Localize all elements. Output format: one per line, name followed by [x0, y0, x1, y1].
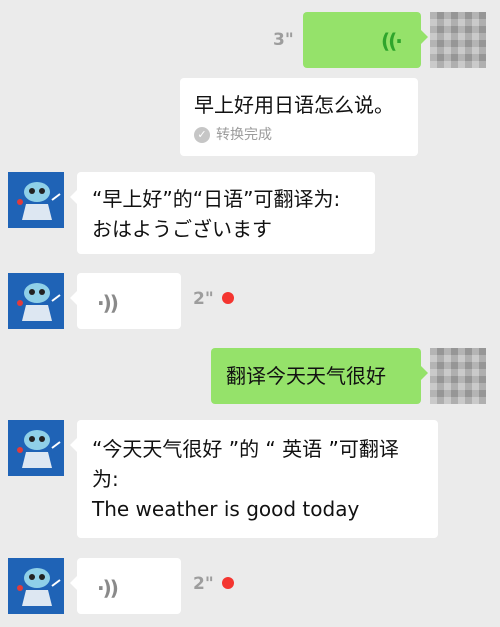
- translation-result: The weather is good today: [92, 497, 360, 521]
- bot-avatar[interactable]: [8, 172, 64, 228]
- voice-duration: 2": [193, 574, 214, 594]
- user-avatar[interactable]: [430, 12, 486, 68]
- voice-duration: 3": [273, 30, 294, 50]
- bot-avatar[interactable]: [8, 273, 64, 329]
- outgoing-text-bubble[interactable]: 翻译今天天气很好: [211, 348, 428, 404]
- transcription-bubble[interactable]: 早上好用日语怎么说。 ✓ 转换完成: [180, 78, 418, 156]
- unread-dot: [222, 577, 234, 589]
- outgoing-text: 翻译今天天气很好: [226, 364, 386, 388]
- voice-icon: ((·: [381, 29, 403, 53]
- bot-avatar-figure-icon: [17, 283, 61, 321]
- translation-line: “今天天气很好 ”的 “ 英语 ”可翻译: [92, 437, 399, 461]
- bot-avatar[interactable]: [8, 558, 64, 614]
- translation-bubble[interactable]: “早上好”的“日语”可翻译为: おはようございます: [70, 172, 375, 254]
- voice-duration: 2": [193, 289, 214, 309]
- transcription-status: ✓ 转换完成: [194, 125, 272, 145]
- bot-avatar[interactable]: [8, 420, 64, 476]
- voice-icon: ·)): [97, 291, 119, 315]
- user-avatar[interactable]: [430, 348, 486, 404]
- translation-result: おはようございます: [92, 217, 272, 241]
- bot-avatar-figure-icon: [17, 182, 61, 220]
- status-label: 转换完成: [216, 127, 272, 143]
- check-circle-icon: ✓: [194, 127, 210, 143]
- voice-icon: ·)): [97, 576, 119, 600]
- unread-dot: [222, 292, 234, 304]
- voice-message-bubble[interactable]: ·)): [70, 558, 181, 614]
- translation-line: “早上好”的“日语”可翻译为:: [92, 187, 341, 211]
- translation-line: 为:: [92, 467, 119, 491]
- voice-message-bubble[interactable]: ·)): [70, 273, 181, 329]
- bot-avatar-figure-icon: [17, 430, 61, 468]
- voice-message-bubble[interactable]: ((·: [303, 12, 428, 68]
- transcription-text: 早上好用日语怎么说。: [194, 93, 394, 117]
- translation-bubble[interactable]: “今天天气很好 ”的 “ 英语 ”可翻译 为: The weather is g…: [70, 420, 438, 538]
- bot-avatar-figure-icon: [17, 568, 61, 606]
